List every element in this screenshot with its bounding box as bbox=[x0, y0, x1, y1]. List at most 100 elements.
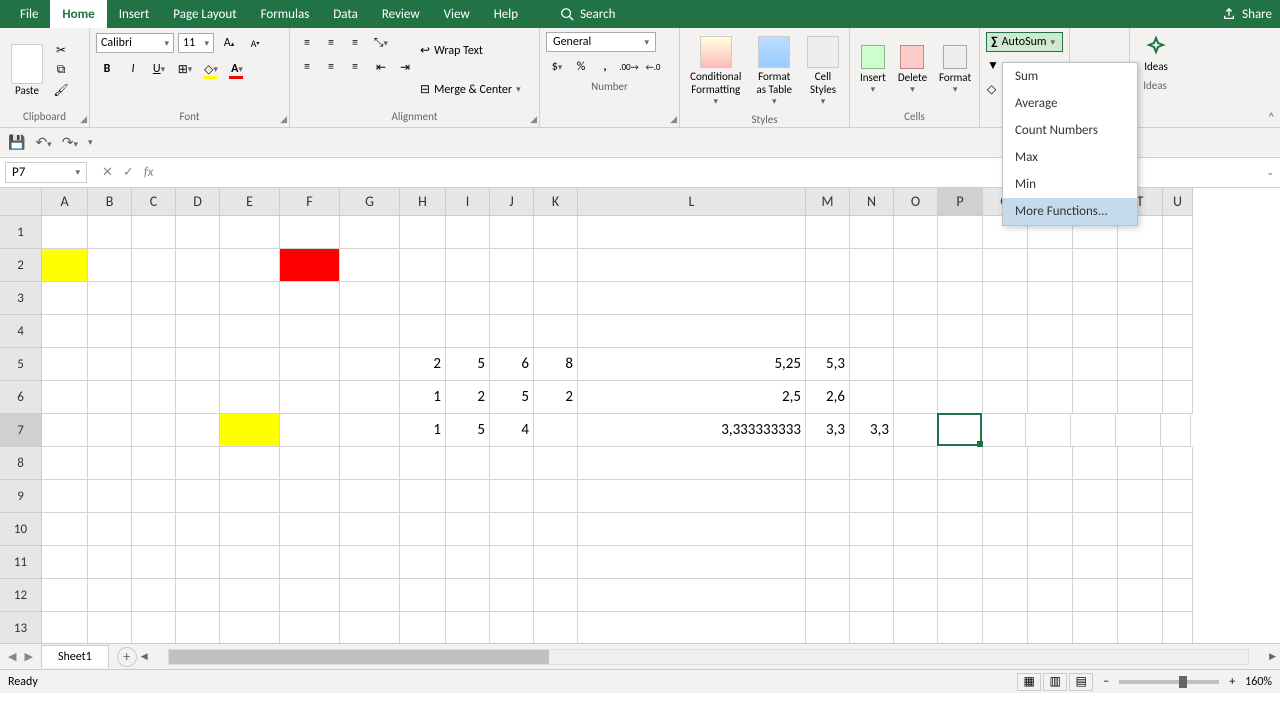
cell-J9[interactable] bbox=[490, 480, 534, 513]
cell-H13[interactable] bbox=[400, 612, 446, 643]
cell-A12[interactable] bbox=[42, 579, 88, 612]
cell-B4[interactable] bbox=[88, 315, 132, 348]
cell-T4[interactable] bbox=[1118, 315, 1163, 348]
cell-C11[interactable] bbox=[132, 546, 176, 579]
cell-T12[interactable] bbox=[1118, 579, 1163, 612]
cell-S8[interactable] bbox=[1073, 447, 1118, 480]
accounting-format-icon[interactable]: $▾ bbox=[546, 56, 568, 78]
increase-font-icon[interactable]: A▴ bbox=[218, 32, 240, 54]
cell-S10[interactable] bbox=[1073, 513, 1118, 546]
cell-L12[interactable] bbox=[578, 579, 806, 612]
zoom-in-icon[interactable]: + bbox=[1229, 675, 1235, 689]
save-icon[interactable]: 💾 bbox=[8, 134, 25, 151]
cell-U9[interactable] bbox=[1163, 480, 1193, 513]
cell-S7[interactable] bbox=[1071, 414, 1116, 447]
cell-G8[interactable] bbox=[340, 447, 400, 480]
number-format-select[interactable]: General▾ bbox=[546, 32, 656, 52]
cell-R5[interactable] bbox=[1028, 348, 1073, 381]
cell-H8[interactable] bbox=[400, 447, 446, 480]
cell-F9[interactable] bbox=[280, 480, 340, 513]
cell-R12[interactable] bbox=[1028, 579, 1073, 612]
cell-U8[interactable] bbox=[1163, 447, 1193, 480]
cell-G6[interactable] bbox=[340, 381, 400, 414]
cell-K10[interactable] bbox=[534, 513, 578, 546]
cell-E4[interactable] bbox=[220, 315, 280, 348]
collapse-ribbon-icon[interactable]: ^ bbox=[1269, 110, 1274, 123]
font-size-select[interactable]: 11▾ bbox=[178, 33, 214, 53]
cell-E13[interactable] bbox=[220, 612, 280, 643]
redo-icon[interactable]: ↷▾ bbox=[62, 134, 78, 151]
col-header-P[interactable]: P bbox=[938, 188, 983, 216]
cell-H9[interactable] bbox=[400, 480, 446, 513]
cell-U3[interactable] bbox=[1163, 282, 1193, 315]
cell-J1[interactable] bbox=[490, 216, 534, 249]
cell-P13[interactable] bbox=[938, 612, 983, 643]
font-color-button[interactable]: A▾ bbox=[226, 58, 248, 80]
cell-P1[interactable] bbox=[938, 216, 983, 249]
col-header-L[interactable]: L bbox=[578, 188, 806, 216]
cell-L4[interactable] bbox=[578, 315, 806, 348]
col-header-N[interactable]: N bbox=[850, 188, 894, 216]
cell-O8[interactable] bbox=[894, 447, 938, 480]
cell-S11[interactable] bbox=[1073, 546, 1118, 579]
row-header-3[interactable]: 3 bbox=[0, 282, 42, 315]
cell-B7[interactable] bbox=[88, 414, 132, 447]
cell-L3[interactable] bbox=[578, 282, 806, 315]
format-as-table-button[interactable]: Format as Table▾ bbox=[749, 32, 799, 111]
cell-J8[interactable] bbox=[490, 447, 534, 480]
cell-U12[interactable] bbox=[1163, 579, 1193, 612]
cell-B9[interactable] bbox=[88, 480, 132, 513]
cell-R13[interactable] bbox=[1028, 612, 1073, 643]
cell-J5[interactable]: 6 bbox=[490, 348, 534, 381]
cell-E9[interactable] bbox=[220, 480, 280, 513]
cell-Q5[interactable] bbox=[983, 348, 1028, 381]
cell-A7[interactable] bbox=[42, 414, 88, 447]
cell-T2[interactable] bbox=[1118, 249, 1163, 282]
cell-O4[interactable] bbox=[894, 315, 938, 348]
cell-A6[interactable] bbox=[42, 381, 88, 414]
cell-F7[interactable] bbox=[280, 414, 340, 447]
cell-G9[interactable] bbox=[340, 480, 400, 513]
cell-F1[interactable] bbox=[280, 216, 340, 249]
cell-G4[interactable] bbox=[340, 315, 400, 348]
cell-N5[interactable] bbox=[850, 348, 894, 381]
tell-me-search[interactable]: Search bbox=[560, 7, 615, 22]
percent-format-icon[interactable]: % bbox=[570, 56, 592, 78]
cell-E11[interactable] bbox=[220, 546, 280, 579]
cell-K9[interactable] bbox=[534, 480, 578, 513]
decrease-decimal-icon[interactable]: ←.0 bbox=[642, 56, 664, 78]
cell-P6[interactable] bbox=[938, 381, 983, 414]
row-header-5[interactable]: 5 bbox=[0, 348, 42, 381]
cell-E3[interactable] bbox=[220, 282, 280, 315]
cell-O13[interactable] bbox=[894, 612, 938, 643]
increase-decimal-icon[interactable]: .00→ bbox=[618, 56, 640, 78]
cell-K3[interactable] bbox=[534, 282, 578, 315]
cell-I6[interactable]: 2 bbox=[446, 381, 490, 414]
align-middle-icon[interactable]: ≡ bbox=[320, 32, 342, 54]
cell-D9[interactable] bbox=[176, 480, 220, 513]
col-header-H[interactable]: H bbox=[400, 188, 446, 216]
cell-A9[interactable] bbox=[42, 480, 88, 513]
sheet-nav-prev-icon[interactable]: ◀ bbox=[8, 650, 16, 663]
name-box[interactable]: P7▾ bbox=[5, 162, 87, 183]
cell-J10[interactable] bbox=[490, 513, 534, 546]
ideas-button[interactable]: Ideas bbox=[1136, 32, 1176, 77]
cell-B10[interactable] bbox=[88, 513, 132, 546]
row-header-2[interactable]: 2 bbox=[0, 249, 42, 282]
cell-P2[interactable] bbox=[938, 249, 983, 282]
cell-B1[interactable] bbox=[88, 216, 132, 249]
cell-I4[interactable] bbox=[446, 315, 490, 348]
cell-T11[interactable] bbox=[1118, 546, 1163, 579]
cell-G3[interactable] bbox=[340, 282, 400, 315]
cell-J2[interactable] bbox=[490, 249, 534, 282]
row-header-6[interactable]: 6 bbox=[0, 381, 42, 414]
cell-D2[interactable] bbox=[176, 249, 220, 282]
cell-T3[interactable] bbox=[1118, 282, 1163, 315]
cell-K5[interactable]: 8 bbox=[534, 348, 578, 381]
col-header-I[interactable]: I bbox=[446, 188, 490, 216]
cell-H7[interactable]: 1 bbox=[400, 414, 446, 447]
cell-E7[interactable] bbox=[220, 414, 280, 447]
cell-E10[interactable] bbox=[220, 513, 280, 546]
cell-T5[interactable] bbox=[1118, 348, 1163, 381]
horizontal-scrollbar[interactable] bbox=[168, 649, 1249, 665]
